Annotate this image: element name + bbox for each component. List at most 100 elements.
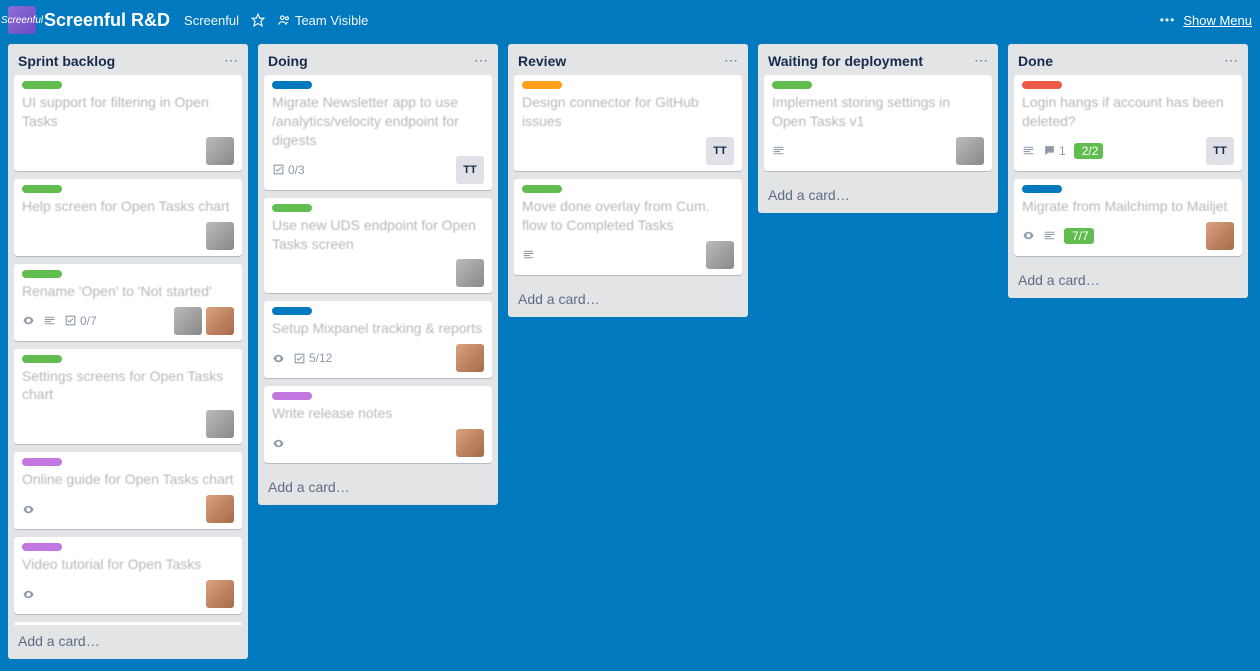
list-title[interactable]: Done bbox=[1018, 53, 1053, 69]
menu-ellipsis-icon: ••• bbox=[1160, 13, 1176, 27]
watch-icon bbox=[272, 437, 285, 450]
card-title: Write release notes bbox=[272, 404, 484, 423]
member-avatar[interactable] bbox=[174, 307, 202, 335]
member-avatar[interactable] bbox=[456, 429, 484, 457]
description-icon bbox=[1043, 229, 1056, 242]
member-avatar[interactable] bbox=[206, 410, 234, 438]
member-avatar[interactable]: TT bbox=[706, 137, 734, 165]
visibility-button[interactable]: Team Visible bbox=[277, 13, 368, 28]
card-label[interactable] bbox=[272, 392, 312, 400]
member-avatar[interactable]: TT bbox=[456, 156, 484, 184]
description-icon bbox=[772, 144, 785, 157]
card[interactable]: Write release notes bbox=[264, 386, 492, 463]
member-avatar[interactable] bbox=[206, 495, 234, 523]
card-title: Migrate Newsletter app to use /analytics… bbox=[272, 93, 484, 150]
card-title: Move done overlay from Cum. flow to Comp… bbox=[522, 197, 734, 235]
add-card-button[interactable]: Add a card… bbox=[758, 179, 998, 213]
card-label[interactable] bbox=[22, 185, 62, 193]
card-title: Setup Mixpanel tracking & reports bbox=[272, 319, 484, 338]
member-avatar[interactable] bbox=[956, 137, 984, 165]
card-label[interactable] bbox=[522, 81, 562, 89]
member-avatar[interactable] bbox=[706, 241, 734, 269]
member-avatar[interactable] bbox=[206, 580, 234, 608]
card[interactable]: Move done overlay from Cum. flow to Comp… bbox=[514, 179, 742, 275]
list-menu-button[interactable]: ⋯ bbox=[224, 52, 238, 69]
card-label[interactable] bbox=[22, 81, 62, 89]
team-link[interactable]: Screenful bbox=[184, 13, 239, 28]
checklist-badge: 0/7 bbox=[64, 314, 97, 328]
card-label[interactable] bbox=[272, 307, 312, 315]
description-icon bbox=[1022, 144, 1035, 157]
member-avatar[interactable]: TT bbox=[1206, 137, 1234, 165]
card-label[interactable] bbox=[272, 81, 312, 89]
add-card-button[interactable]: Add a card… bbox=[258, 471, 498, 505]
card[interactable]: Online guide for Open Tasks chart bbox=[14, 452, 242, 529]
card[interactable]: QA for the Open Tasks chartTT bbox=[14, 622, 242, 625]
card[interactable]: Implement storing settings in Open Tasks… bbox=[764, 75, 992, 171]
card-title: Migrate from Mailchimp to Mailjet bbox=[1022, 197, 1234, 216]
card-label[interactable] bbox=[22, 355, 62, 363]
list-title[interactable]: Waiting for deployment bbox=[768, 53, 923, 69]
checklist-badge: 0/3 bbox=[272, 163, 305, 177]
card[interactable]: Migrate from Mailchimp to Mailjet 7/7 bbox=[1014, 179, 1242, 256]
member-avatar[interactable] bbox=[1206, 222, 1234, 250]
member-avatar[interactable] bbox=[206, 307, 234, 335]
watch-icon bbox=[22, 314, 35, 327]
board-header: Screenful Screenful R&D Screenful Team V… bbox=[0, 0, 1260, 40]
list-menu-button[interactable]: ⋯ bbox=[474, 52, 488, 69]
card[interactable]: Video tutorial for Open Tasks bbox=[14, 537, 242, 614]
add-card-button[interactable]: Add a card… bbox=[1008, 264, 1248, 298]
board-title[interactable]: Screenful R&D bbox=[44, 10, 170, 31]
card[interactable]: Setup Mixpanel tracking & reports 5/12 bbox=[264, 301, 492, 378]
card-title: Settings screens for Open Tasks chart bbox=[22, 367, 234, 405]
card-title: Implement storing settings in Open Tasks… bbox=[772, 93, 984, 131]
card-label[interactable] bbox=[22, 458, 62, 466]
card[interactable]: Settings screens for Open Tasks chart bbox=[14, 349, 242, 445]
card[interactable]: Login hangs if account has been deleted?… bbox=[1014, 75, 1242, 171]
card[interactable]: Migrate Newsletter app to use /analytics… bbox=[264, 75, 492, 190]
card-label[interactable] bbox=[272, 204, 312, 212]
member-avatar[interactable] bbox=[456, 259, 484, 287]
card-label[interactable] bbox=[1022, 81, 1062, 89]
list-menu-button[interactable]: ⋯ bbox=[974, 52, 988, 69]
card-title: Online guide for Open Tasks chart bbox=[22, 470, 234, 489]
star-icon bbox=[251, 13, 265, 27]
list: Review ⋯ Design connector for GitHub issue… bbox=[508, 44, 748, 317]
list-title[interactable]: Doing bbox=[268, 53, 308, 69]
show-menu-button[interactable]: Show Menu bbox=[1183, 13, 1252, 28]
watch-icon bbox=[22, 503, 35, 516]
list: Sprint backlog ⋯ UI support for filtering … bbox=[8, 44, 248, 659]
card-label[interactable] bbox=[772, 81, 812, 89]
card-label[interactable] bbox=[522, 185, 562, 193]
member-avatar[interactable] bbox=[456, 344, 484, 372]
list-menu-button[interactable]: ⋯ bbox=[1224, 52, 1238, 69]
star-button[interactable] bbox=[251, 13, 265, 27]
list: Done ⋯ Login hangs if account has been del… bbox=[1008, 44, 1248, 298]
card-title: Rename 'Open' to 'Not started' bbox=[22, 282, 234, 301]
card[interactable]: Help screen for Open Tasks chart bbox=[14, 179, 242, 256]
card[interactable]: Rename 'Open' to 'Not started' 0/7 bbox=[14, 264, 242, 341]
list: Doing ⋯ Migrate Newsletter app to use /ana… bbox=[258, 44, 498, 505]
checklist-badge: 7/7 bbox=[1064, 228, 1094, 244]
card-label[interactable] bbox=[1022, 185, 1062, 193]
card[interactable]: Use new UDS endpoint for Open Tasks scre… bbox=[264, 198, 492, 294]
member-avatar[interactable] bbox=[206, 137, 234, 165]
card-title: UI support for filtering in Open Tasks bbox=[22, 93, 234, 131]
team-icon bbox=[277, 13, 291, 27]
list: Waiting for deployment ⋯ Implement storing… bbox=[758, 44, 998, 213]
card[interactable]: UI support for filtering in Open Tasks bbox=[14, 75, 242, 171]
card-title: Help screen for Open Tasks chart bbox=[22, 197, 234, 216]
list-title[interactable]: Review bbox=[518, 53, 566, 69]
card-label[interactable] bbox=[22, 543, 62, 551]
list-title[interactable]: Sprint backlog bbox=[18, 53, 115, 69]
add-card-button[interactable]: Add a card… bbox=[508, 283, 748, 317]
member-avatar[interactable] bbox=[206, 222, 234, 250]
list-menu-button[interactable]: ⋯ bbox=[724, 52, 738, 69]
card[interactable]: Design connector for GitHub issuesTT bbox=[514, 75, 742, 171]
card-label[interactable] bbox=[22, 270, 62, 278]
card-title: Video tutorial for Open Tasks bbox=[22, 555, 234, 574]
team-logo[interactable]: Screenful bbox=[8, 6, 36, 34]
add-card-button[interactable]: Add a card… bbox=[8, 625, 248, 659]
watch-icon bbox=[272, 352, 285, 365]
checklist-badge: 5/12 bbox=[293, 351, 332, 365]
